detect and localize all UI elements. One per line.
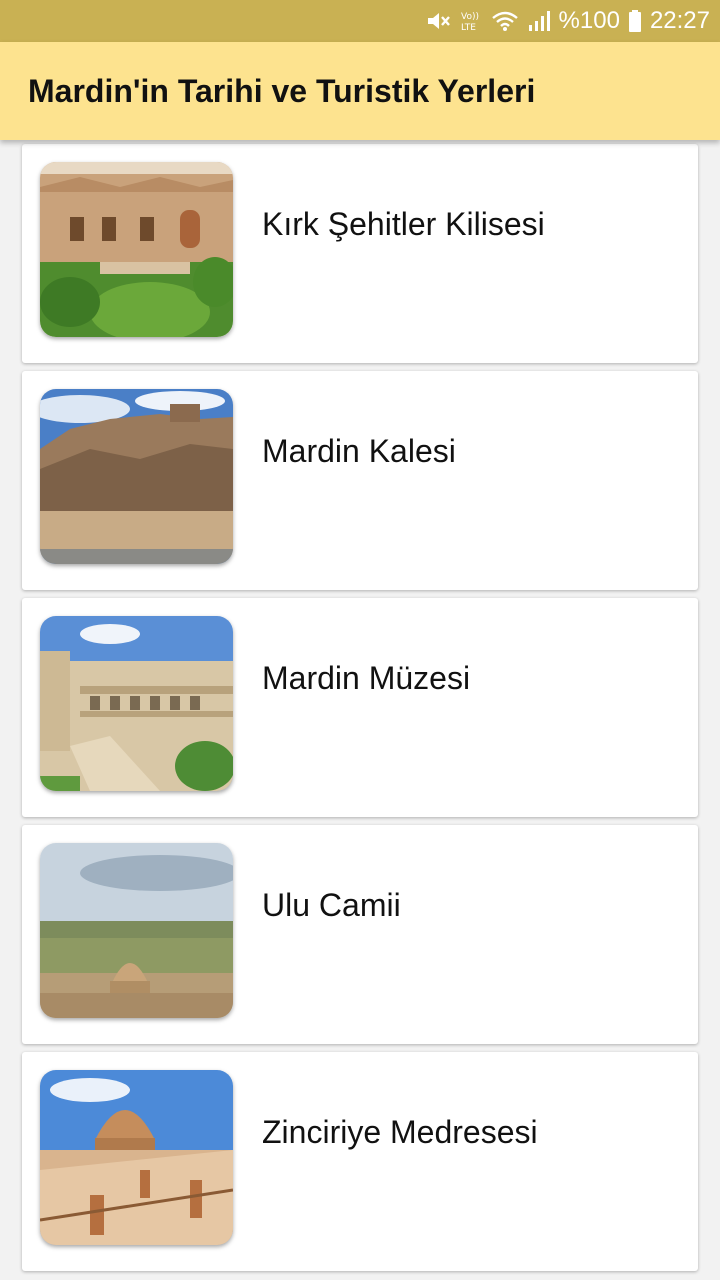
battery-percent: %100 bbox=[558, 7, 620, 34]
place-thumbnail bbox=[40, 616, 233, 791]
battery-icon bbox=[628, 9, 642, 33]
wifi-icon bbox=[491, 9, 519, 33]
page-title: Mardin'in Tarihi ve Turistik Yerleri bbox=[28, 72, 536, 109]
clock: 22:27 bbox=[649, 7, 710, 34]
svg-text:Vo)): Vo)) bbox=[461, 12, 479, 22]
list-item[interactable]: Ulu Camii bbox=[22, 825, 698, 1044]
volte-icon: Vo)) LTE bbox=[459, 9, 483, 33]
list-item[interactable]: Mardin Kalesi bbox=[22, 371, 698, 590]
svg-text:LTE: LTE bbox=[461, 23, 476, 33]
place-thumbnail bbox=[40, 162, 233, 337]
place-thumbnail bbox=[40, 843, 233, 1018]
place-name: Mardin Müzesi bbox=[262, 660, 471, 696]
place-thumbnail bbox=[40, 389, 233, 564]
place-name: Zinciriye Medresesi bbox=[262, 1114, 538, 1150]
signal-icon bbox=[527, 9, 551, 33]
list-item[interactable]: Kırk Şehitler Kilisesi bbox=[22, 144, 698, 363]
status-bar: Vo)) LTE %100 22:27 bbox=[0, 0, 720, 42]
mute-icon bbox=[425, 9, 451, 33]
place-name: Ulu Camii bbox=[262, 887, 401, 923]
place-name: Mardin Kalesi bbox=[262, 433, 456, 469]
place-thumbnail bbox=[40, 1070, 233, 1245]
app-bar: Mardin'in Tarihi ve Turistik Yerleri bbox=[0, 42, 720, 140]
list-item[interactable]: Mardin Müzesi bbox=[22, 598, 698, 817]
places-list: Kırk Şehitler Kilisesi Mardin Kalesi Mar… bbox=[22, 144, 698, 1279]
place-name: Kırk Şehitler Kilisesi bbox=[262, 206, 545, 242]
list-item[interactable]: Zinciriye Medresesi bbox=[22, 1052, 698, 1271]
